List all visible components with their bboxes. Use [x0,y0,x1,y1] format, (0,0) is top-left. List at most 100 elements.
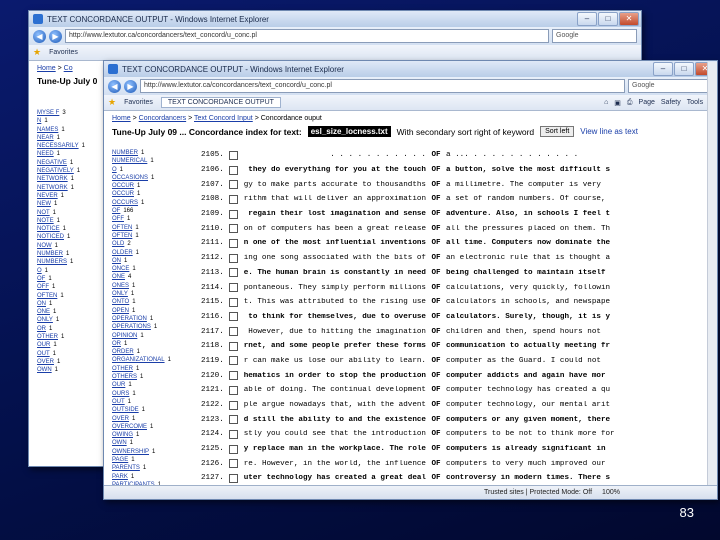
index-word[interactable]: OF [37,276,45,282]
index-word[interactable]: OWN [112,440,127,446]
index-word-link[interactable]: NUMBER 1 [112,149,182,157]
index-word[interactable]: OR [37,326,46,332]
index-word-link[interactable]: NETWORK 1 [37,175,107,183]
index-word[interactable]: OF [112,208,120,214]
index-word-link[interactable]: ONTO 1 [112,298,182,306]
index-word-link[interactable]: OUR 1 [37,341,107,349]
index-word-link[interactable]: NETWORK 1 [37,184,107,192]
index-word-link[interactable]: O1 [37,267,107,275]
index-word[interactable]: NUMBER [112,150,138,156]
favorites-button[interactable]: Favorites [49,49,78,56]
print-icon[interactable]: ⎙ [627,99,633,107]
keyword[interactable]: OF [426,372,446,380]
line-checkbox[interactable] [229,415,238,425]
home-icon[interactable]: ⌂ [604,99,608,107]
index-word-link[interactable]: OTHER 1 [37,333,107,341]
keyword[interactable]: OF [426,328,446,336]
maximize-button[interactable]: □ [598,12,618,26]
index-word-link[interactable]: OPEN 1 [112,307,182,315]
index-word-link[interactable]: OFTEN 1 [112,224,182,232]
index-word-link[interactable]: ONES 1 [112,282,182,290]
line-checkbox[interactable] [229,459,238,469]
index-word-link[interactable]: ONE 4 [112,273,182,281]
line-checkbox[interactable] [229,473,238,483]
index-word-link[interactable]: OLD 2 [112,240,182,248]
keyword[interactable]: OF [426,474,446,482]
index-word[interactable]: OCCUR [112,183,134,189]
index-word-link[interactable]: NEVER 1 [37,192,107,200]
index-word[interactable]: OPEN [112,308,129,314]
keyword[interactable]: OF [426,254,446,262]
line-checkbox[interactable] [229,444,238,454]
index-word[interactable]: NETWORK [37,176,68,182]
index-word[interactable]: OFTEN [37,293,57,299]
index-word[interactable]: OFTEN [112,233,132,239]
index-word[interactable]: NAMES [37,127,58,133]
index-word[interactable]: OR [112,341,121,347]
favorites-button[interactable]: Favorites [124,99,153,106]
index-word[interactable]: OTHER [37,334,58,340]
index-word[interactable]: NOT [37,210,50,216]
crumb-text-concord-input[interactable]: Text Concord Input [194,115,253,122]
index-word-link[interactable]: NUMBER 1 [37,250,107,258]
index-word[interactable]: ONLY [37,317,53,323]
tools-menu[interactable]: Tools [687,99,703,107]
index-word[interactable]: NEVER [37,193,58,199]
crumb-concordancers[interactable]: Concordancers [139,115,186,122]
keyword[interactable]: OF [426,195,446,203]
index-word-link[interactable]: OVER 1 [112,415,182,423]
index-word-link[interactable]: ONCE 1 [112,265,182,273]
index-word[interactable]: OUTSIDE [112,407,139,413]
line-checkbox[interactable] [229,165,238,175]
line-checkbox[interactable] [229,180,238,190]
keyword[interactable]: OF [426,284,446,292]
index-word-link[interactable]: MYSE F3 [37,109,107,117]
index-word[interactable]: OCCURS [112,200,138,206]
index-word-link[interactable]: NOTE 1 [37,217,107,225]
index-word[interactable]: OFF [112,216,124,222]
index-word[interactable]: OPERATIONS [112,324,151,330]
index-word[interactable]: ONE [37,309,50,315]
search-input[interactable]: Google [552,29,637,43]
index-word[interactable]: O [37,268,42,274]
index-word[interactable]: OURS [112,391,129,397]
index-word[interactable]: OVER [112,416,129,422]
index-word[interactable]: OLDER [112,250,133,256]
index-word-link[interactable]: ON 1 [112,257,182,265]
line-checkbox[interactable] [229,268,238,278]
crumb-home[interactable]: Home [112,115,131,122]
index-word-link[interactable]: OUT 1 [112,398,182,406]
index-word-link[interactable]: OUR 1 [112,381,182,389]
index-word-link[interactable]: PAGE 1 [112,456,182,464]
index-word-link[interactable]: OF 166 [112,207,182,215]
vertical-scrollbar[interactable] [707,62,717,499]
index-word-link[interactable]: OCCUR 1 [112,190,182,198]
index-word[interactable]: OUT [37,351,50,357]
index-word[interactable]: OPINION [112,333,137,339]
index-word[interactable]: OTHER [112,366,133,372]
keyword[interactable]: OF [426,342,446,350]
index-word-link[interactable]: ONE 1 [37,308,107,316]
index-word-link[interactable]: N1 [37,117,107,125]
keyword[interactable]: OF [426,298,446,306]
index-word-link[interactable]: NECESSARILY 1 [37,142,107,150]
index-word-link[interactable]: OPERATIONS 1 [112,323,182,331]
index-word-link[interactable]: OFF 1 [112,215,182,223]
index-word[interactable]: ON [37,301,46,307]
line-checkbox[interactable] [229,253,238,263]
maximize-button[interactable]: □ [674,62,694,76]
index-word-link[interactable]: ONLY 1 [37,316,107,324]
keyword[interactable]: OF [426,239,446,247]
sort-left-button[interactable]: Sort left [540,126,575,137]
tab-concordance-output[interactable]: TEXT CONCORDANCE OUTPUT [160,97,281,108]
index-word-link[interactable]: OCCASIONS 1 [112,174,182,182]
index-word[interactable]: ONES [112,283,129,289]
index-word-link[interactable]: NOTICED 1 [37,233,107,241]
keyword[interactable]: OF [426,210,446,218]
index-word-link[interactable]: NAMES 1 [37,126,107,134]
index-word[interactable]: MYSE F [37,110,59,116]
keyword[interactable]: OF [426,386,446,394]
index-word-link[interactable]: OF 1 [37,275,107,283]
index-word-link[interactable]: NEAR 1 [37,134,107,142]
index-word[interactable]: NEAR [37,135,54,141]
